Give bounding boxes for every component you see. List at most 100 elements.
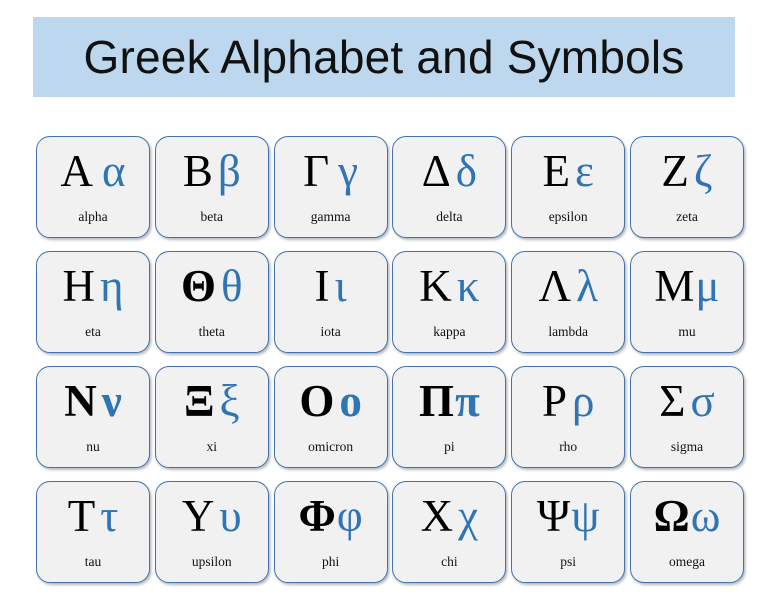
uppercase-glyph: Γ [303,146,330,196]
uppercase-glyph: Δ [421,146,451,196]
uppercase-glyph: Ο [299,376,335,426]
lowercase-glyph: η [99,261,124,311]
letter-card-xi[interactable]: Ξξ xi [154,366,269,468]
letter-card-omega[interactable]: Ωω omega [629,481,744,583]
glyph-pair: Ββ [156,137,268,209]
letter-name-label: mu [678,324,696,339]
glyph-pair: Φφ [275,482,387,554]
letter-name-label: psi [560,554,577,569]
lowercase-glyph: ε [574,146,594,196]
letter-card-chi[interactable]: Χχ chi [392,481,507,583]
uppercase-glyph: Λ [538,261,572,311]
letter-name-label: epsilon [548,209,588,224]
glyph-pair: Ωω [631,482,743,554]
letter-card-mu[interactable]: Μμ mu [629,251,744,353]
letter-card-rho[interactable]: Ρρ rho [511,366,626,468]
uppercase-glyph: Ω [653,491,690,541]
lowercase-glyph: τ [100,491,119,541]
lowercase-glyph: χ [458,491,479,541]
letter-card-omicron[interactable]: Οο omicron [273,366,388,468]
uppercase-glyph: Σ [659,376,686,426]
letter-name-label: xi [206,439,218,454]
letter-name-label: chi [441,554,458,569]
greek-letter-grid: Αα alpha Ββ beta Γγ gamma Δδ delta Εε epsilon Ζζ ze… [36,136,744,583]
letter-name-label: nu [86,439,100,454]
uppercase-glyph: Η [62,261,95,311]
uppercase-glyph: Ξ [184,376,215,426]
letter-name-label: omega [668,554,705,569]
glyph-pair: Εε [512,137,624,209]
glyph-pair: Ιι [275,252,387,324]
uppercase-glyph: Ν [64,376,97,426]
lowercase-glyph: υ [219,491,242,541]
uppercase-glyph: Ψ [537,491,571,541]
letter-card-nu[interactable]: Νν nu [36,366,150,468]
uppercase-glyph: Ζ [661,146,689,196]
glyph-pair: Χχ [393,482,505,554]
letter-name-label: delta [436,209,463,224]
letter-card-gamma[interactable]: Γγ gamma [273,136,388,238]
letter-card-kappa[interactable]: Κκ kappa [392,251,507,353]
letter-name-label: gamma [310,209,351,224]
glyph-pair: Οο [275,367,387,439]
glyph-pair: Ρρ [512,367,624,439]
letter-card-psi[interactable]: Ψψ psi [511,481,626,583]
glyph-pair: Σσ [631,367,743,439]
glyph-pair: Λλ [512,252,624,324]
uppercase-glyph: Ε [542,146,570,196]
letter-name-label: phi [321,554,340,569]
letter-card-upsilon[interactable]: Υυ upsilon [154,481,269,583]
letter-card-iota[interactable]: Ιι iota [273,251,388,353]
lowercase-glyph: σ [690,376,715,426]
lowercase-glyph: ο [339,376,362,426]
letter-card-sigma[interactable]: Σσ sigma [629,366,744,468]
lowercase-glyph: ζ [693,146,713,196]
glyph-pair: Δδ [393,137,505,209]
letter-card-theta[interactable]: Θθ theta [154,251,269,353]
glyph-pair: Ζζ [631,137,743,209]
letter-card-lambda[interactable]: Λλ lambda [511,251,626,353]
uppercase-glyph: Α [60,146,93,196]
letter-name-label: iota [320,324,341,339]
uppercase-glyph: Τ [67,491,96,541]
letter-card-zeta[interactable]: Ζζ zeta [629,136,744,238]
letter-card-pi[interactable]: Ππ pi [392,366,507,468]
glyph-pair: Υυ [156,482,268,554]
lowercase-glyph: θ [221,261,243,311]
letter-card-eta[interactable]: Ηη eta [36,251,150,353]
uppercase-glyph: Υ [181,491,215,541]
glyph-pair: Μμ [631,252,743,324]
letter-name-label: lambda [548,324,589,339]
title-banner: Greek Alphabet and Symbols [33,17,735,97]
letter-card-beta[interactable]: Ββ beta [154,136,269,238]
lowercase-glyph: β [217,146,241,196]
lowercase-glyph: ν [101,376,122,426]
letter-name-label: alpha [78,209,108,224]
letter-card-phi[interactable]: Φφ phi [273,481,388,583]
lowercase-glyph: ι [334,261,347,311]
letter-card-epsilon[interactable]: Εε epsilon [511,136,626,238]
lowercase-glyph: φ [336,491,363,541]
letter-card-alpha[interactable]: Αα alpha [36,136,150,238]
uppercase-glyph: Π [419,376,455,426]
glyph-pair: Ττ [37,482,149,554]
uppercase-glyph: Ι [314,261,330,311]
uppercase-glyph: Μ [654,261,695,311]
glyph-pair: Αα [37,137,149,209]
letter-name-label: pi [444,439,455,454]
letter-name-label: omicron [308,439,354,454]
lowercase-glyph: ω [690,491,721,541]
glyph-pair: Ππ [393,367,505,439]
letter-card-delta[interactable]: Δδ delta [392,136,507,238]
glyph-pair: Γγ [275,137,387,209]
letter-name-label: sigma [670,439,704,454]
uppercase-glyph: Φ [298,491,336,541]
lowercase-glyph: α [101,146,126,196]
letter-card-tau[interactable]: Ττ tau [36,481,150,583]
letter-name-label: upsilon [191,554,232,569]
lowercase-glyph: π [455,376,480,426]
letter-name-label: zeta [676,209,698,224]
lowercase-glyph: λ [576,261,598,311]
lowercase-glyph: γ [338,146,359,196]
glyph-pair: Ηη [37,252,149,324]
